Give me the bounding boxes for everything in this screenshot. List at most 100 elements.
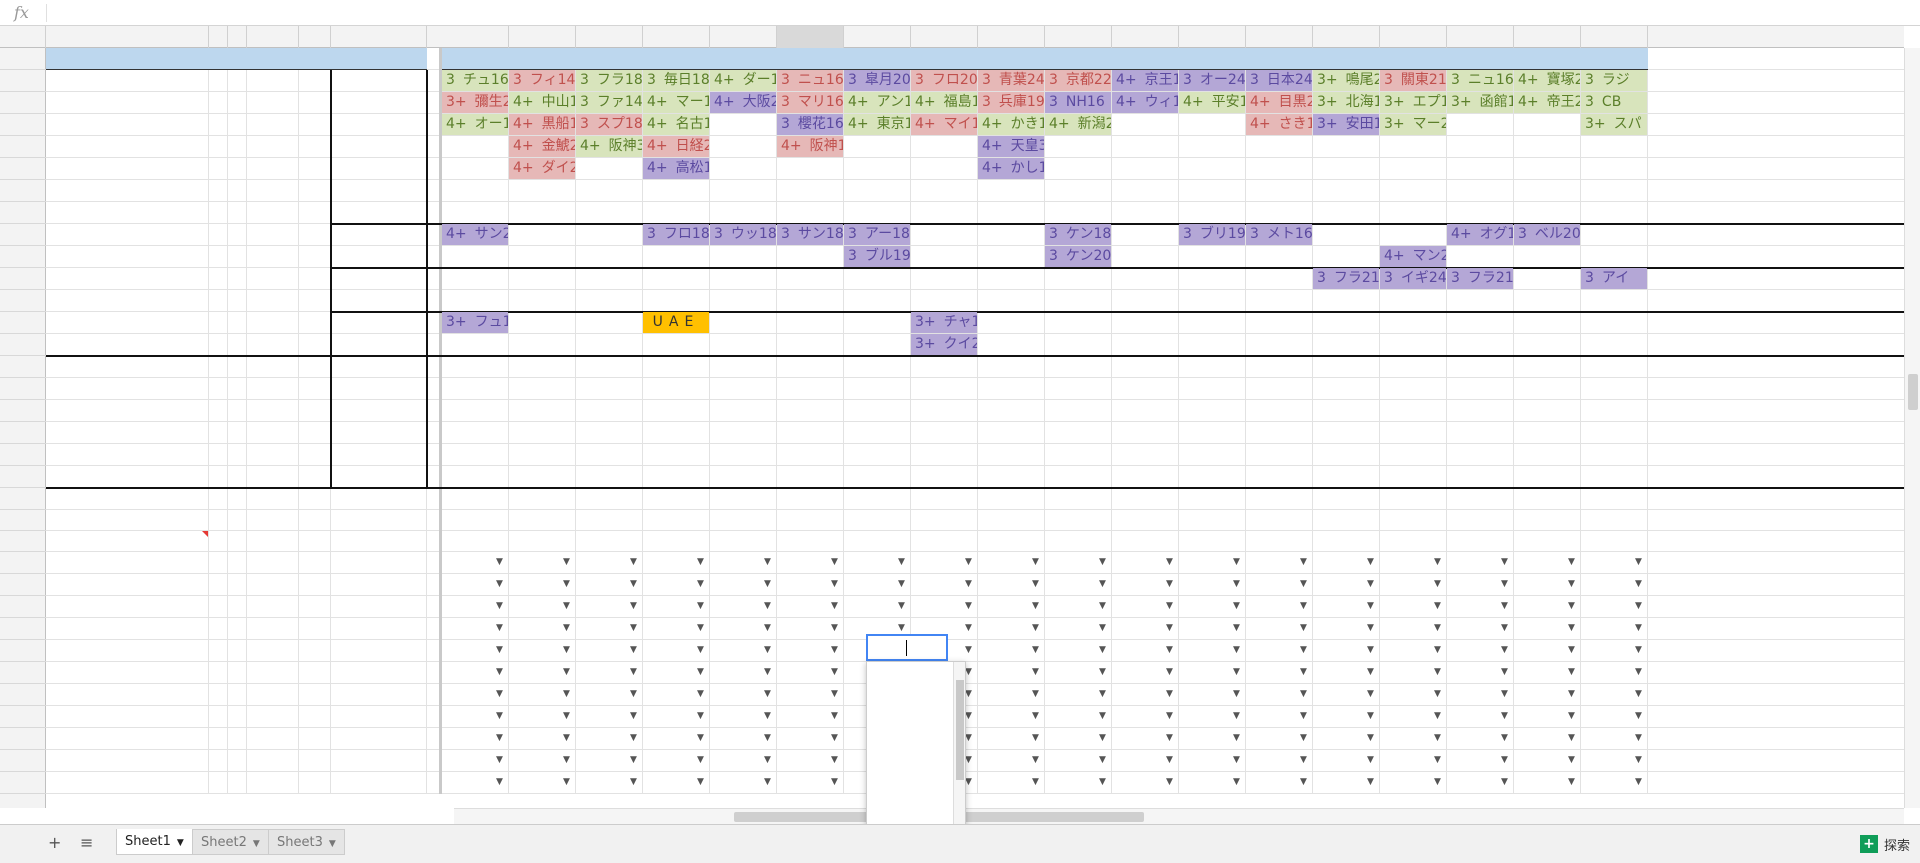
dropdown-chevron-icon[interactable]: ▼ [563,711,570,721]
dropdown-chevron-icon[interactable]: ▼ [697,557,704,567]
dropdown-chevron-icon[interactable]: ▼ [965,733,972,743]
dropdown-chevron-icon[interactable]: ▼ [1367,623,1374,633]
dropdown-chevron-icon[interactable]: ▼ [1568,711,1575,721]
race-cell[interactable]: 4+ 中山18 [509,92,575,113]
dropdown-chevron-icon[interactable]: ▼ [1635,601,1642,611]
row-header-24[interactable] [0,531,46,552]
dropdown-chevron-icon[interactable]: ▼ [1300,623,1307,633]
dropdown-chevron-icon[interactable]: ▼ [1434,623,1441,633]
dropdown-chevron-icon[interactable]: ▼ [1367,733,1374,743]
column-header-u[interactable] [777,26,844,48]
dropdown-scroll-thumb[interactable] [956,680,964,780]
dropdown-option[interactable] [867,766,965,792]
dropdown-chevron-icon[interactable]: ▼ [831,711,838,721]
dropdown-chevron-icon[interactable]: ▼ [965,667,972,677]
dropdown-chevron-icon[interactable]: ▼ [1367,755,1374,765]
column-header-d[interactable] [247,26,299,48]
formula-bar[interactable]: fx [0,0,1920,26]
race-cell[interactable]: 3 アー18 [844,224,910,245]
row-header-15[interactable] [0,334,46,356]
race-cell[interactable]: 4+ サン20 [442,224,508,245]
column-header-c[interactable] [228,26,247,48]
dropdown-chevron-icon[interactable]: ▼ [1568,755,1575,765]
race-cell[interactable]: 3 ニュ16 [777,70,843,91]
dropdown-chevron-icon[interactable]: ▼ [1300,667,1307,677]
dropdown-chevron-icon[interactable]: ▼ [1233,667,1240,677]
dropdown-chevron-icon[interactable]: ▼ [831,557,838,567]
race-cell[interactable]: 3+ クイ20 [911,334,977,355]
race-cell[interactable]: 4+ 天皇32 [978,136,1044,157]
dropdown-chevron-icon[interactable]: ▼ [764,711,771,721]
dropdown-chevron-icon[interactable]: ▼ [1635,623,1642,633]
dropdown-chevron-icon[interactable]: ▼ [965,601,972,611]
dropdown-chevron-icon[interactable]: ▼ [1434,645,1441,655]
column-header-z[interactable] [1112,26,1179,48]
race-cell[interactable]: 3 フィ14 [509,70,575,91]
row-header-35[interactable] [0,772,46,794]
row-header-30[interactable] [0,662,46,684]
dropdown-chevron-icon[interactable]: ▼ [965,711,972,721]
column-header-ab[interactable] [1246,26,1313,48]
race-cell[interactable]: 3 ベル20 [1514,224,1580,245]
dropdown-option[interactable] [867,662,965,688]
race-cell[interactable]: 3 青葉24 [978,70,1044,91]
dropdown-chevron-icon[interactable]: ▼ [1367,601,1374,611]
column-header-aa[interactable] [1179,26,1246,48]
race-cell[interactable]: 3 フラ18 [576,70,642,91]
race-cell[interactable]: 3 ラジ [1581,70,1647,91]
column-header-ad[interactable] [1380,26,1447,48]
dropdown-chevron-icon[interactable]: ▼ [1032,557,1039,567]
row-header-34[interactable] [0,750,46,772]
dropdown-chevron-icon[interactable]: ▼ [831,689,838,699]
column-header-e[interactable] [299,26,331,48]
dropdown-chevron-icon[interactable]: ▼ [1166,733,1173,743]
race-cell[interactable]: 3 毎日18 [643,70,709,91]
row-header-10[interactable] [0,224,46,246]
dropdown-chevron-icon[interactable]: ▼ [1300,777,1307,787]
dropdown-chevron-icon[interactable]: ▼ [1166,557,1173,567]
row-header-33[interactable] [0,728,46,750]
column-header-s[interactable] [643,26,710,48]
race-cell[interactable]: 4+ 大阪20 [710,92,776,113]
dropdown-chevron-icon[interactable]: ▼ [1099,579,1106,589]
race-cell[interactable]: 3 ファ14 [576,92,642,113]
dropdown-chevron-icon[interactable]: ▼ [496,623,503,633]
dropdown-chevron-icon[interactable]: ▼ [697,689,704,699]
dropdown-chevron-icon[interactable]: ▼ [1501,777,1508,787]
race-cell[interactable]: 4+ 福島18 [911,92,977,113]
race-cell[interactable]: 4+ 黒船14 [509,114,575,135]
column-header-b[interactable] [209,26,228,48]
dropdown-chevron-icon[interactable]: ▼ [1501,579,1508,589]
race-cell[interactable]: 4+ マー18 [643,92,709,113]
dropdown-chevron-icon[interactable]: ▼ [965,777,972,787]
race-cell[interactable]: 3+ エプ18 [1380,92,1446,113]
dropdown-chevron-icon[interactable]: ▼ [1099,623,1106,633]
row-header-28[interactable] [0,618,46,640]
dropdown-chevron-icon[interactable]: ▼ [1367,689,1374,699]
dropdown-chevron-icon[interactable]: ▼ [1300,689,1307,699]
row-header-21[interactable] [0,466,46,488]
dropdown-option[interactable] [867,740,965,766]
dropdown-chevron-icon[interactable]: ▼ [1166,689,1173,699]
dropdown-chevron-icon[interactable]: ▼ [630,623,637,633]
dropdown-chevron-icon[interactable]: ▼ [1635,667,1642,677]
race-cell[interactable]: 4+ マイ16 [911,114,977,135]
dropdown-chevron-icon[interactable]: ▼ [764,557,771,567]
race-cell[interactable]: 4+ 阪神16 [777,136,843,157]
race-cell[interactable]: 3 メト16 [1246,224,1312,245]
dropdown-option[interactable] [867,688,965,714]
dropdown-chevron-icon[interactable]: ▼ [1434,777,1441,787]
race-cell[interactable]: 3 アイ [1581,268,1647,289]
dropdown-chevron-icon[interactable]: ▼ [1233,733,1240,743]
dropdown-chevron-icon[interactable]: ▼ [1099,667,1106,677]
race-cell[interactable]: 4+ ダー16 [710,70,776,91]
dropdown-chevron-icon[interactable]: ▼ [1434,733,1441,743]
dropdown-chevron-icon[interactable]: ▼ [496,777,503,787]
dropdown-chevron-icon[interactable]: ▼ [1501,623,1508,633]
dropdown-chevron-icon[interactable]: ▼ [697,777,704,787]
race-cell[interactable]: 3 關東21 [1380,70,1446,91]
row-header-13[interactable] [0,290,46,312]
race-cell[interactable]: 4+ 名古19 [643,114,709,135]
row-header-9[interactable] [0,202,46,224]
dropdown-chevron-icon[interactable]: ▼ [496,755,503,765]
